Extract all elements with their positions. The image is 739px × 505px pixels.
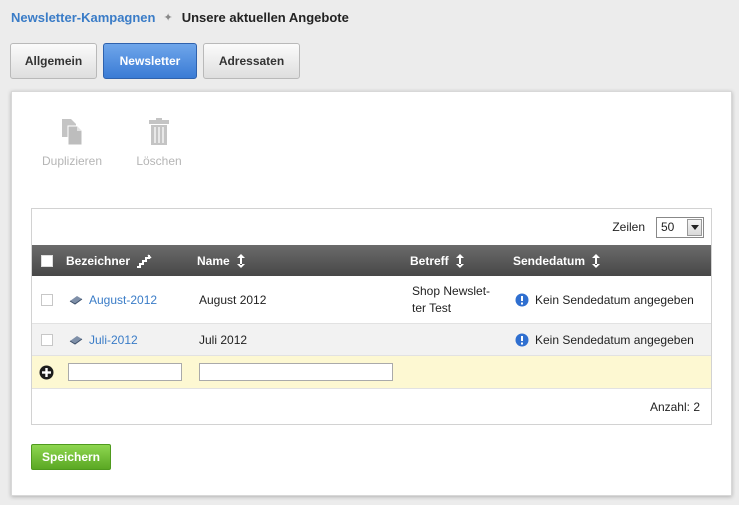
column-header-name[interactable]: Name [197,245,246,276]
breadcrumb: Newsletter-Kampagnen ✦ Unsere aktuellen … [11,10,349,25]
chevron-down-icon[interactable] [687,218,702,236]
bezeichner-cell: August-2012 [69,276,157,323]
breadcrumb-separator-icon: ✦ [163,12,173,24]
rows-per-page-select[interactable]: 50 [656,216,704,238]
column-header-sendedatum[interactable]: Sendedatum [513,245,601,276]
column-betreff-label: Betreff [410,253,449,268]
sort-icon[interactable] [591,253,601,269]
grid-header: Bezeichner Name Betreff Sendedatum [32,245,711,276]
sendedatum-text: Kein Sendedatum angegeben [535,292,694,307]
sendedatum-cell: Kein Sendedatum angegeben [515,276,694,323]
breadcrumb-current: Unsere aktuellen Angebote [181,10,349,25]
name-cell: Juli 2012 [199,332,248,347]
delete-button[interactable]: Löschen [132,118,186,168]
row-checkbox[interactable] [41,333,53,346]
add-cell [39,356,54,388]
sort-ascending-icon[interactable] [136,253,152,268]
new-row [32,356,711,389]
new-bezeichner-input[interactable] [68,363,182,381]
row-select-cell [41,324,53,355]
bezeichner-link[interactable]: August-2012 [89,293,157,307]
trash-icon [149,118,169,145]
tab-newsletter[interactable]: Newsletter [103,43,197,79]
newsletter-icon [69,295,83,305]
column-bezeichner-label: Bezeichner [66,253,131,268]
sendedatum-cell: Kein Sendedatum angegeben [515,324,694,355]
tab-adressaten[interactable]: Adressaten [203,43,300,79]
table-row[interactable]: August-2012 August 2012 Shop Newslet- te… [32,276,711,324]
row-count: Anzahl: 2 [649,399,700,414]
row-select-cell [41,276,53,323]
delete-label: Löschen [136,154,182,168]
info-icon [515,293,529,306]
new-name-input[interactable] [199,363,393,381]
newsletter-icon [69,335,83,345]
betreff-cell: Shop Newslet- ter Test [412,276,490,323]
betreff-line: ter Test [412,300,452,315]
column-header-betreff[interactable]: Betreff [410,245,465,276]
new-name-cell [199,356,393,388]
sort-icon[interactable] [236,253,246,269]
bezeichner-cell: Juli-2012 [69,324,138,355]
add-icon[interactable] [39,365,54,380]
select-all-checkbox[interactable] [41,254,53,267]
duplicate-label: Duplizieren [41,154,103,168]
column-header-bezeichner[interactable]: Bezeichner [66,245,152,276]
betreff-line: Shop Newslet- [412,283,491,298]
column-name-label: Name [197,253,230,268]
duplicate-icon [62,119,83,146]
breadcrumb-parent-link[interactable]: Newsletter-Kampagnen [11,10,155,25]
table-row[interactable]: Juli-2012 Juli 2012 Kein Sendedatum ange… [32,324,711,356]
save-button[interactable]: Speichern [31,444,111,470]
new-bezeichner-cell [68,356,182,388]
rows-per-page-value: 50 [661,220,675,234]
sendedatum-text: Kein Sendedatum angegeben [535,332,694,347]
name-cell: August 2012 [199,292,267,307]
bezeichner-link[interactable]: Juli-2012 [89,333,138,347]
select-all-cell [41,245,53,276]
tab-bar: Allgemein Newsletter Adressaten [10,43,306,79]
tab-allgemein[interactable]: Allgemein [10,43,97,79]
grid-footer: Anzahl: 2 [32,389,711,424]
sort-icon[interactable] [455,253,465,269]
newsletter-grid: Zeilen 50 Bezeichner Name Betreff Sended… [31,208,712,425]
content-panel: Duplizieren Löschen Zeilen 50 Bezeichner… [11,91,732,496]
duplicate-button[interactable]: Duplizieren [40,118,104,168]
column-sendedatum-label: Sendedatum [513,253,586,268]
rows-per-page-label: Zeilen [612,220,645,234]
info-icon [515,333,529,346]
row-checkbox[interactable] [41,293,53,306]
grid-toolbar: Zeilen 50 [32,209,711,245]
